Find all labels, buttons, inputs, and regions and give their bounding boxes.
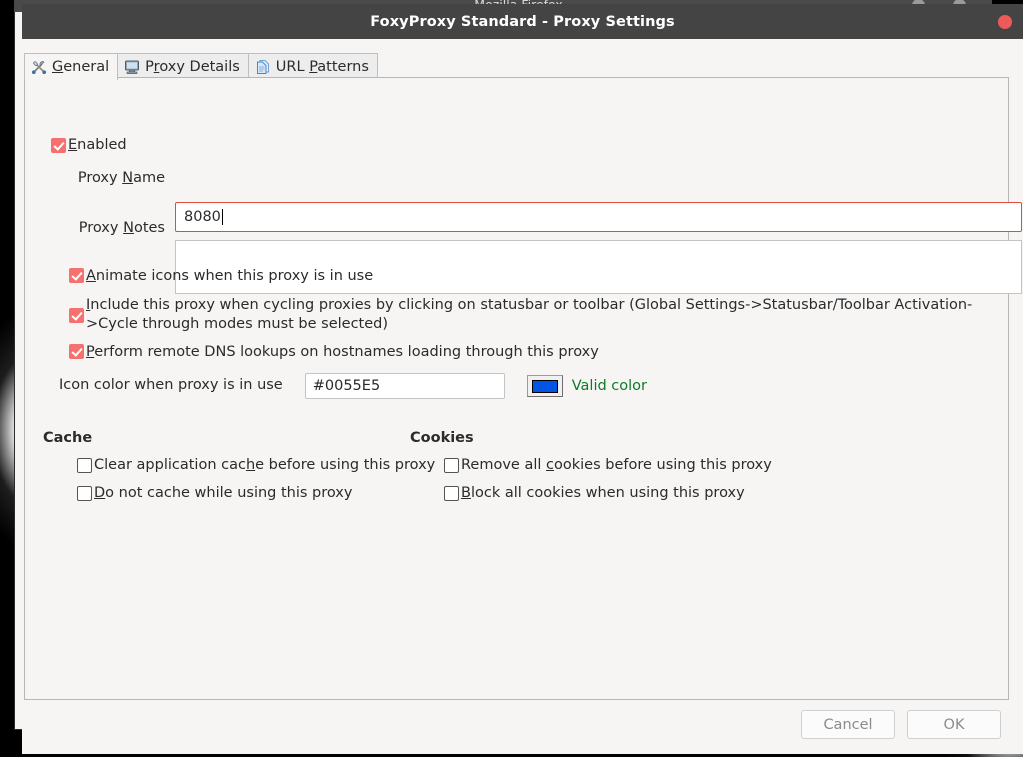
- proxy-notes-value: [176, 241, 1021, 249]
- computer-icon: [124, 59, 140, 75]
- close-icon[interactable]: [998, 15, 1012, 29]
- tab-url-patterns[interactable]: URL Patterns: [248, 53, 378, 80]
- icon-color-input[interactable]: #0055E5: [305, 373, 505, 399]
- proxy-name-value: 8080: [184, 209, 221, 225]
- icon-color-row: Icon color when proxy is in use #0055E5 …: [59, 373, 647, 399]
- proxy-settings-dialog: FoxyProxy Standard - Proxy Settings: [22, 4, 1023, 754]
- icon-color-label: Icon color when proxy is in use: [59, 376, 283, 395]
- tools-icon: [31, 59, 47, 75]
- color-picker-button[interactable]: [527, 375, 563, 397]
- no-cache-label: Do not cache while using this proxy: [94, 484, 352, 503]
- color-validity-status: Valid color: [572, 378, 647, 394]
- animate-icons-checkbox[interactable]: [69, 268, 84, 283]
- clear-cache-row: Clear application cache before using thi…: [77, 456, 435, 475]
- remote-dns-checkbox[interactable]: [69, 344, 84, 359]
- document-icon: [255, 59, 271, 75]
- cookies-group-title: Cookies: [410, 430, 474, 446]
- remote-dns-row: Perform remote DNS lookups on hostnames …: [69, 343, 599, 362]
- remove-cookies-row: Remove all cookies before using this pro…: [444, 456, 772, 475]
- block-cookies-checkbox[interactable]: [444, 486, 459, 501]
- enabled-checkbox[interactable]: [51, 138, 66, 153]
- general-tab-panel: Enabled Proxy Name 8080 Proxy Notes Anim…: [24, 77, 1009, 700]
- include-proxy-cycling-checkbox[interactable]: [69, 308, 84, 323]
- cache-group-title: Cache: [43, 430, 92, 446]
- remote-dns-label: Perform remote DNS lookups on hostnames …: [86, 343, 599, 362]
- no-cache-checkbox[interactable]: [77, 486, 92, 501]
- proxy-name-label: Proxy Name: [51, 170, 165, 186]
- cancel-button[interactable]: Cancel: [801, 710, 895, 739]
- tab-strip: General Proxy Details: [24, 51, 378, 80]
- tab-general[interactable]: General: [24, 53, 118, 80]
- tab-proxy-details-label: Proxy Details: [145, 59, 240, 75]
- animate-icons-row: Animate icons when this proxy is in use: [69, 267, 373, 286]
- proxy-name-input[interactable]: 8080: [175, 202, 1022, 232]
- dialog-title: FoxyProxy Standard - Proxy Settings: [370, 14, 675, 30]
- icon-color-value: #0055E5: [313, 378, 380, 394]
- no-cache-row: Do not cache while using this proxy: [77, 484, 352, 503]
- enabled-label: Enabled: [68, 136, 127, 155]
- remove-cookies-checkbox[interactable]: [444, 458, 459, 473]
- remove-cookies-label: Remove all cookies before using this pro…: [461, 456, 772, 475]
- tab-url-patterns-label: URL Patterns: [276, 59, 369, 75]
- clear-cache-checkbox[interactable]: [77, 458, 92, 473]
- dialog-body: General Proxy Details: [22, 39, 1023, 754]
- ok-button[interactable]: OK: [907, 710, 1001, 739]
- dialog-footer: Cancel OK: [22, 701, 1023, 754]
- animate-icons-label: Animate icons when this proxy is in use: [86, 267, 373, 286]
- include-proxy-cycling-label: Include this proxy when cycling proxies …: [86, 296, 994, 334]
- block-cookies-label: Block all cookies when using this proxy: [461, 484, 745, 503]
- tab-general-label: General: [52, 59, 109, 75]
- block-cookies-row: Block all cookies when using this proxy: [444, 484, 745, 503]
- text-cursor: [222, 209, 223, 225]
- screen: Mozilla Firefox FoxyProxy Standard - Pro…: [0, 0, 1023, 757]
- tab-proxy-details[interactable]: Proxy Details: [117, 53, 249, 80]
- proxy-notes-label: Proxy Notes: [51, 220, 165, 236]
- clear-cache-label: Clear application cache before using thi…: [94, 456, 435, 475]
- include-proxy-cycling-row: Include this proxy when cycling proxies …: [69, 296, 999, 334]
- dialog-titlebar: FoxyProxy Standard - Proxy Settings: [22, 4, 1023, 39]
- color-swatch: [532, 380, 558, 393]
- enabled-row: Enabled: [51, 136, 127, 155]
